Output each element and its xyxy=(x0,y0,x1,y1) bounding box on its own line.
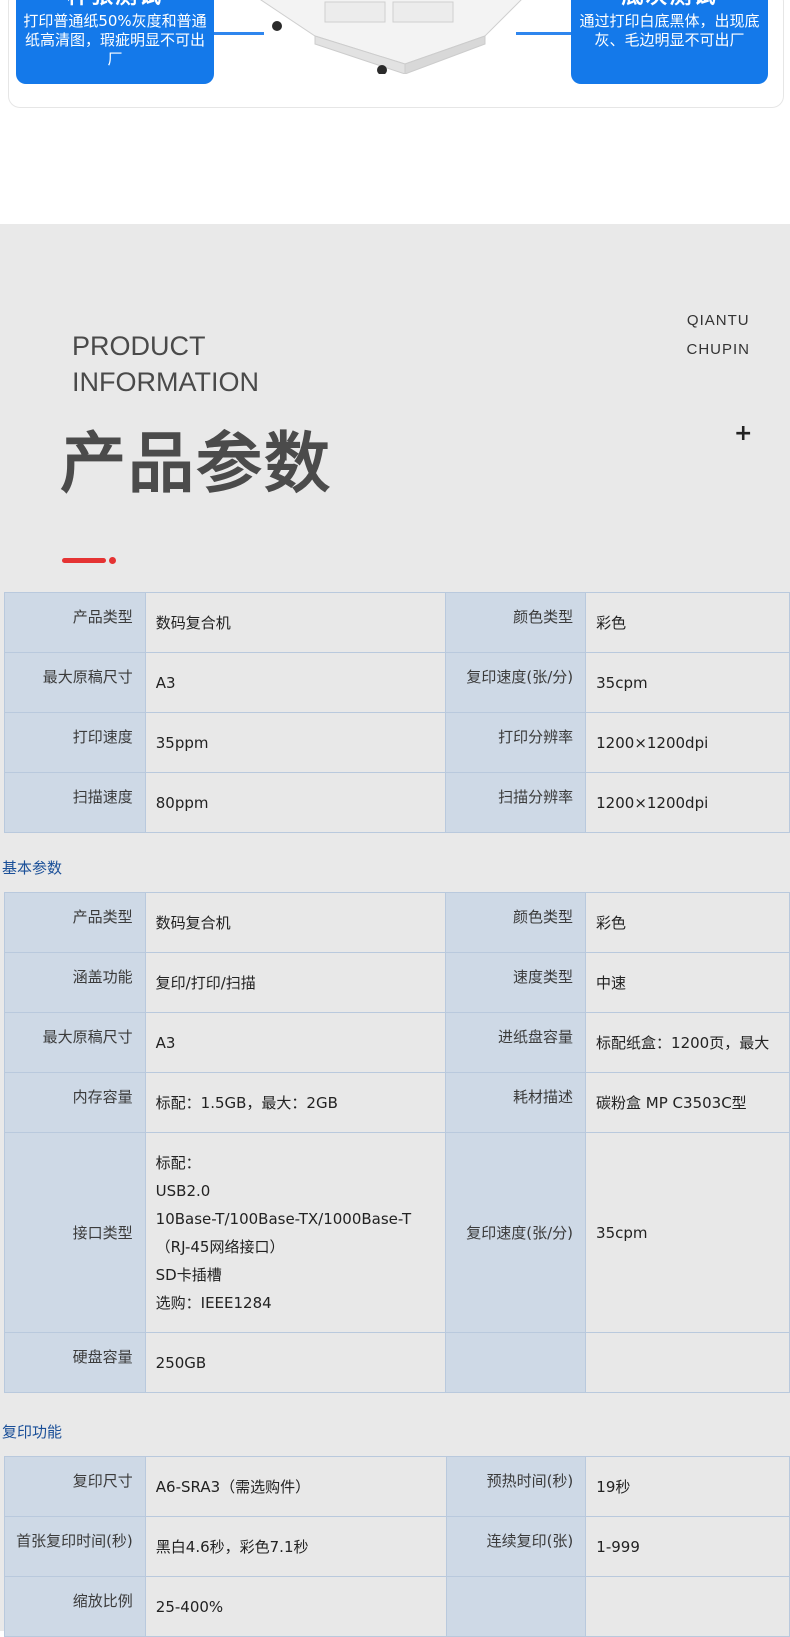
spec-key: 打印分辨率 xyxy=(445,712,587,773)
sample-test-callout: 样张测试 打印普通纸50%灰度和普通纸高清图，瑕疵明显不可出厂 xyxy=(16,0,214,84)
copy-function-label: 复印功能 xyxy=(2,1423,63,1441)
interface-values: 标配： USB2.0 10Base-T/100Base-TX/1000Base-T（… xyxy=(144,1132,447,1333)
english-heading: PRODUCT INFORMATION xyxy=(72,328,259,400)
spec-value: 1200×1200dpi xyxy=(585,772,790,833)
spec-key xyxy=(445,1576,587,1637)
background-gray-test-desc: 通过打印白底黑体，出现底灰、毛边明显不可出厂 xyxy=(579,12,760,49)
interface-line: USB2.0 xyxy=(155,1181,211,1200)
table-row-disk: 硬盘容量 250GB xyxy=(4,1332,790,1393)
spec-value: A3 xyxy=(144,1012,447,1073)
spec-key: 接口类型 xyxy=(4,1132,146,1333)
spec-value: 碳粉盒 MP C3503C型 xyxy=(585,1072,790,1133)
spec-key: 扫描分辨率 xyxy=(445,772,587,833)
spec-value xyxy=(585,1332,790,1393)
spec-value: 标配：1.5GB，最大：2GB xyxy=(144,1072,447,1133)
spec-key: 颜色类型 xyxy=(445,592,587,653)
spec-value: 35cpm xyxy=(585,652,790,713)
interface-line: 标配： xyxy=(155,1153,201,1172)
accent-bar xyxy=(62,558,106,563)
spec-value: A6-SRA3（需选购件） xyxy=(144,1456,447,1517)
brand-corner-text: QIANTU CHUPIN xyxy=(686,306,750,364)
corner-line-2: CHUPIN xyxy=(686,341,750,358)
basic-params-label: 基本参数 xyxy=(2,859,63,877)
table-row: 打印速度 35ppm 打印分辨率 1200×1200dpi xyxy=(4,712,790,773)
spec-key: 最大原稿尺寸 xyxy=(4,1012,146,1073)
spec-key: 复印尺寸 xyxy=(4,1456,146,1517)
spec-key: 最大原稿尺寸 xyxy=(4,652,146,713)
background-gray-test-callout: 底灰测试 通过打印白底黑体，出现底灰、毛边明显不可出厂 xyxy=(571,0,768,84)
plus-icon: + xyxy=(734,421,753,446)
spec-value: 25-400% xyxy=(144,1576,447,1637)
spec-key xyxy=(445,1332,587,1393)
table-row: 最大原稿尺寸 A3 进纸盘容量 标配纸盒：1200页，最大 xyxy=(4,1012,790,1073)
spec-key: 进纸盘容量 xyxy=(445,1012,587,1073)
corner-line-1: QIANTU xyxy=(686,312,750,329)
sample-test-title: 样张测试 xyxy=(16,0,214,10)
table-row: 缩放比例 25-400% xyxy=(4,1576,790,1637)
product-info-section: QIANTU CHUPIN PRODUCT INFORMATION + 产品参数… xyxy=(0,224,790,1637)
spec-value: 彩色 xyxy=(585,592,790,653)
table-row: 最大原稿尺寸 A3 复印速度(张/分) 35cpm xyxy=(4,652,790,713)
table-row: 首张复印时间(秒) 黑白4.6秒，彩色7.1秒 连续复印(张) 1-999 xyxy=(4,1516,790,1577)
spec-key: 打印速度 xyxy=(4,712,146,773)
spec-value: 标配纸盒：1200页，最大 xyxy=(585,1012,790,1073)
english-heading-line-1: PRODUCT xyxy=(72,331,206,361)
spec-value: 复印/打印/扫描 xyxy=(144,952,447,1013)
spec-key: 连续复印(张) xyxy=(445,1516,587,1577)
spec-value: 1-999 xyxy=(585,1516,790,1577)
summary-spec-table: 产品类型 数码复合机 颜色类型 彩色 最大原稿尺寸 A3 复印速度(张/分) 35cpm 打印速… xyxy=(4,592,790,833)
spec-value: 80ppm xyxy=(144,772,447,833)
spec-key: 耗材描述 xyxy=(445,1072,587,1133)
english-heading-line-2: INFORMATION xyxy=(72,367,259,397)
spec-value: 黑白4.6秒，彩色7.1秒 xyxy=(144,1516,447,1577)
table-row: 复印尺寸 A6-SRA3（需选购件） 预热时间(秒) 19秒 xyxy=(4,1456,790,1517)
spec-key: 速度类型 xyxy=(445,952,587,1013)
basic-spec-table: 产品类型 数码复合机 颜色类型 彩色 涵盖功能 复印/打印/扫描 速度类型 中速 最大原稿尺寸 A… xyxy=(4,892,790,1393)
interface-line: 选购：IEEE1284 xyxy=(155,1293,272,1312)
test-banner: 样张测试 打印普通纸50%灰度和普通纸高清图，瑕疵明显不可出厂 底灰测试 通过打… xyxy=(0,0,790,112)
spec-key: 预热时间(秒) xyxy=(445,1456,587,1517)
table-row: 产品类型 数码复合机 颜色类型 彩色 xyxy=(4,592,790,653)
spec-value: 彩色 xyxy=(585,892,790,953)
spec-key: 复印速度(张/分) xyxy=(445,1132,587,1333)
table-row-interface: 接口类型 标配： USB2.0 10Base-T/100Base-TX/1000Bas… xyxy=(4,1132,790,1333)
spec-value: 数码复合机 xyxy=(144,892,447,953)
spec-key: 扫描速度 xyxy=(4,772,146,833)
spec-value: 中速 xyxy=(585,952,790,1013)
spec-value: 19秒 xyxy=(585,1456,790,1517)
spec-value: 35cpm xyxy=(585,1132,790,1333)
spec-key: 缩放比例 xyxy=(4,1576,146,1637)
spec-key: 首张复印时间(秒) xyxy=(4,1516,146,1577)
spec-value xyxy=(585,1576,790,1637)
spec-key: 复印速度(张/分) xyxy=(445,652,587,713)
spec-value: A3 xyxy=(144,652,447,713)
background-gray-test-title: 底灰测试 xyxy=(571,0,768,10)
spec-key: 产品类型 xyxy=(4,892,146,953)
page-title: 产品参数 xyxy=(60,425,332,502)
interface-line: SD卡插槽 xyxy=(155,1265,222,1284)
spec-key: 涵盖功能 xyxy=(4,952,146,1013)
table-row: 内存容量 标配：1.5GB，最大：2GB 耗材描述 碳粉盒 MP C3503C型 xyxy=(4,1072,790,1133)
spec-value: 1200×1200dpi xyxy=(585,712,790,773)
spec-key: 产品类型 xyxy=(4,592,146,653)
copy-spec-table: 复印尺寸 A6-SRA3（需选购件） 预热时间(秒) 19秒 首张复印时间(秒) 黑白4.… xyxy=(4,1456,790,1637)
spec-value: 35ppm xyxy=(144,712,447,773)
spec-value: 250GB xyxy=(144,1332,447,1393)
sample-test-desc: 打印普通纸50%灰度和普通纸高清图，瑕疵明显不可出厂 xyxy=(23,12,207,68)
table-row: 扫描速度 80ppm 扫描分辨率 1200×1200dpi xyxy=(4,772,790,833)
spec-key: 硬盘容量 xyxy=(4,1332,146,1393)
interface-line: 10Base-T/100Base-TX/1000Base-T（RJ-45网络接口… xyxy=(155,1209,412,1256)
spec-key: 内存容量 xyxy=(4,1072,146,1133)
accent-dot xyxy=(109,557,116,564)
table-row: 产品类型 数码复合机 颜色类型 彩色 xyxy=(4,892,790,953)
table-row: 涵盖功能 复印/打印/扫描 速度类型 中速 xyxy=(4,952,790,1013)
spec-value: 数码复合机 xyxy=(144,592,447,653)
spec-key: 颜色类型 xyxy=(445,892,587,953)
printer-cabinet-image xyxy=(260,0,522,74)
